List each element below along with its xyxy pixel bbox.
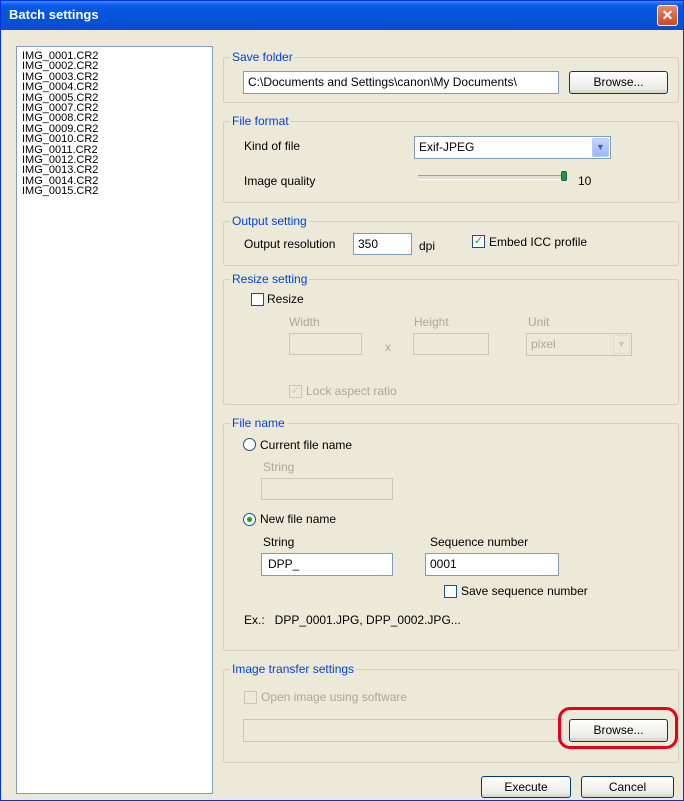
- width-label: Width: [289, 315, 320, 329]
- new-file-name-label: New file name: [260, 512, 337, 526]
- current-string-label: String: [263, 460, 295, 474]
- current-file-name-radio[interactable]: [243, 438, 256, 451]
- output-resolution-input[interactable]: 350: [353, 233, 412, 255]
- batch-settings-window: Batch settings ✕ IMG_0001.CR2 IMG_0002.CR…: [0, 0, 684, 801]
- save-folder-label: Save folder: [230, 50, 295, 64]
- execute-button[interactable]: Execute: [481, 776, 571, 798]
- kind-of-file-value: Exif-JPEG: [419, 140, 475, 154]
- window-title: Batch settings: [9, 7, 99, 22]
- dpi-unit-label: dpi: [419, 239, 436, 253]
- title-bar: Batch settings ✕: [1, 1, 683, 30]
- unit-label: Unit: [528, 315, 550, 329]
- file-list-item[interactable]: IMG_0004.CR2: [22, 81, 212, 92]
- save-folder-path-field[interactable]: C:\Documents and Settings\canon\My Docum…: [243, 71, 559, 94]
- chevron-down-icon[interactable]: ▼: [613, 335, 630, 354]
- sequence-number-label: Sequence number: [430, 535, 529, 549]
- kind-of-file-label: Kind of file: [244, 139, 301, 153]
- highlight-annotation: [558, 707, 678, 749]
- cancel-button[interactable]: Cancel: [581, 776, 674, 798]
- image-quality-slider-track: [418, 175, 565, 180]
- resize-setting-label: Resize setting: [230, 272, 310, 286]
- save-sequence-number-label: Save sequence number: [461, 584, 588, 598]
- file-format-group: File format: [223, 114, 679, 203]
- file-name-label: File name: [230, 416, 287, 430]
- open-image-label: Open image using software: [261, 690, 408, 704]
- resize-x-separator: x: [385, 340, 391, 354]
- output-resolution-label: Output resolution: [244, 237, 336, 251]
- chevron-down-icon[interactable]: ▼: [592, 138, 609, 157]
- radio-selected-dot: [247, 517, 252, 522]
- file-list-item[interactable]: IMG_0015.CR2: [22, 185, 212, 196]
- lock-aspect-ratio-label: Lock aspect ratio: [306, 384, 397, 398]
- resize-height-input[interactable]: [413, 333, 489, 355]
- current-string-input[interactable]: [261, 478, 393, 500]
- height-label: Height: [414, 315, 449, 329]
- resize-checkbox[interactable]: [251, 293, 264, 306]
- kind-of-file-select[interactable]: Exif-JPEG ▼: [414, 136, 611, 159]
- close-icon[interactable]: ✕: [657, 5, 678, 26]
- save-sequence-number-checkbox[interactable]: [444, 585, 457, 598]
- embed-icc-checkbox[interactable]: ✓: [472, 235, 485, 248]
- resize-label: Resize: [267, 292, 304, 306]
- file-list-item[interactable]: IMG_0010.CR2: [22, 133, 212, 144]
- open-image-checkbox[interactable]: [244, 691, 257, 704]
- image-quality-slider-thumb[interactable]: [561, 171, 567, 181]
- image-quality-label: Image quality: [244, 174, 316, 188]
- lock-aspect-ratio-checkbox[interactable]: ✓: [289, 385, 302, 398]
- save-folder-browse-button[interactable]: Browse...: [569, 71, 668, 94]
- output-setting-label: Output setting: [230, 214, 309, 228]
- transfer-software-path-field[interactable]: [243, 719, 559, 742]
- file-name-example: Ex.: DPP_0001.JPG, DPP_0002.JPG...: [244, 613, 461, 627]
- new-file-name-radio[interactable]: [243, 513, 256, 526]
- resize-width-input[interactable]: [289, 333, 362, 355]
- new-string-input[interactable]: DPP_: [261, 553, 393, 576]
- new-string-label: String: [263, 535, 295, 549]
- image-quality-value: 10: [578, 174, 592, 188]
- file-format-label: File format: [230, 114, 291, 128]
- embed-icc-label: Embed ICC profile: [489, 235, 588, 249]
- file-list[interactable]: IMG_0001.CR2 IMG_0002.CR2 IMG_0003.CR2 IMG_…: [16, 46, 213, 794]
- resize-unit-value: pixel: [531, 337, 556, 351]
- current-file-name-label: Current file name: [260, 438, 353, 452]
- image-transfer-label: Image transfer settings: [230, 662, 357, 676]
- sequence-number-input[interactable]: 0001: [425, 553, 559, 576]
- resize-unit-select[interactable]: pixel ▼: [526, 333, 632, 356]
